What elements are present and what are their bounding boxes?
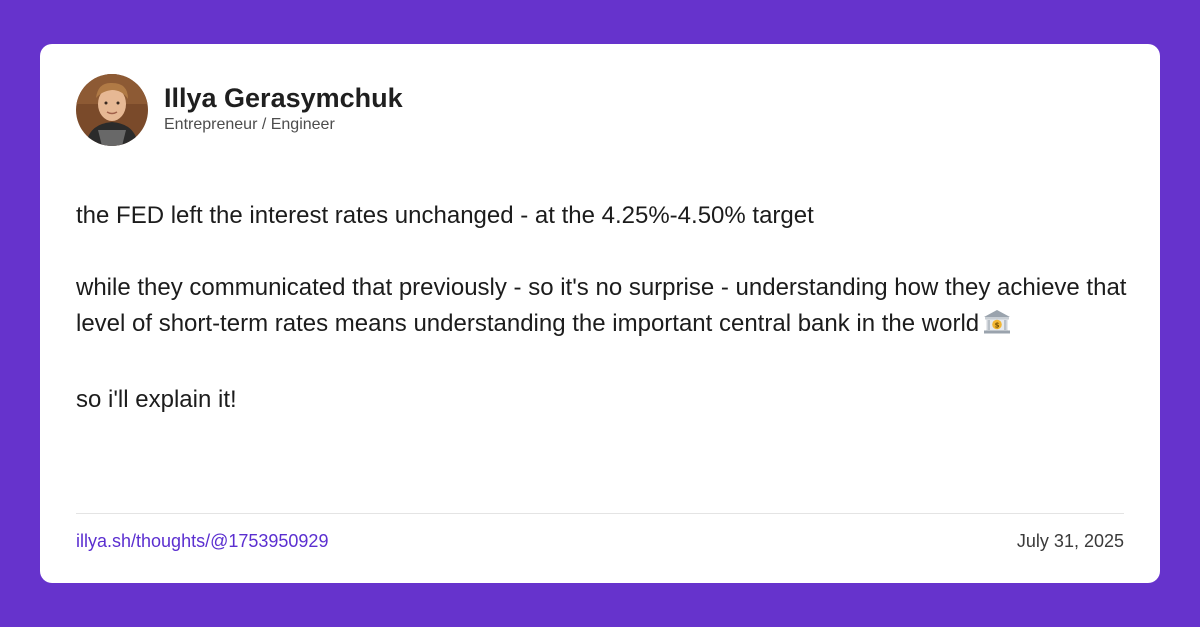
post-paragraph-text: while they communicated that previously … — [76, 274, 1127, 337]
post-paragraph: the FED left the interest rates unchange… — [76, 198, 1136, 234]
post-paragraph: while they communicated that previously … — [76, 270, 1136, 346]
footer-divider — [76, 513, 1124, 514]
avatar[interactable] — [76, 74, 148, 146]
bank-icon: $ — [983, 309, 1011, 346]
author-role: Entrepreneur / Engineer — [164, 115, 335, 133]
post-paragraph-text: so i'll explain it! — [76, 386, 237, 413]
svg-text:$: $ — [995, 322, 1000, 330]
post-permalink[interactable]: illya.sh/thoughts/@1753950929 — [76, 530, 328, 552]
post-body: the FED left the interest rates unchange… — [76, 198, 1136, 454]
post-paragraph-text: the FED left the interest rates unchange… — [76, 202, 814, 229]
author-name[interactable]: Illya Gerasymchuk — [164, 82, 403, 114]
post-header: Illya Gerasymchuk Entrepreneur / Enginee… — [76, 74, 403, 146]
post-date: July 31, 2025 — [1016, 531, 1124, 551]
post-card: Illya Gerasymchuk Entrepreneur / Enginee… — [40, 44, 1160, 583]
post-paragraph: so i'll explain it! — [76, 382, 1136, 418]
author-info: Illya Gerasymchuk Entrepreneur / Enginee… — [164, 83, 403, 135]
